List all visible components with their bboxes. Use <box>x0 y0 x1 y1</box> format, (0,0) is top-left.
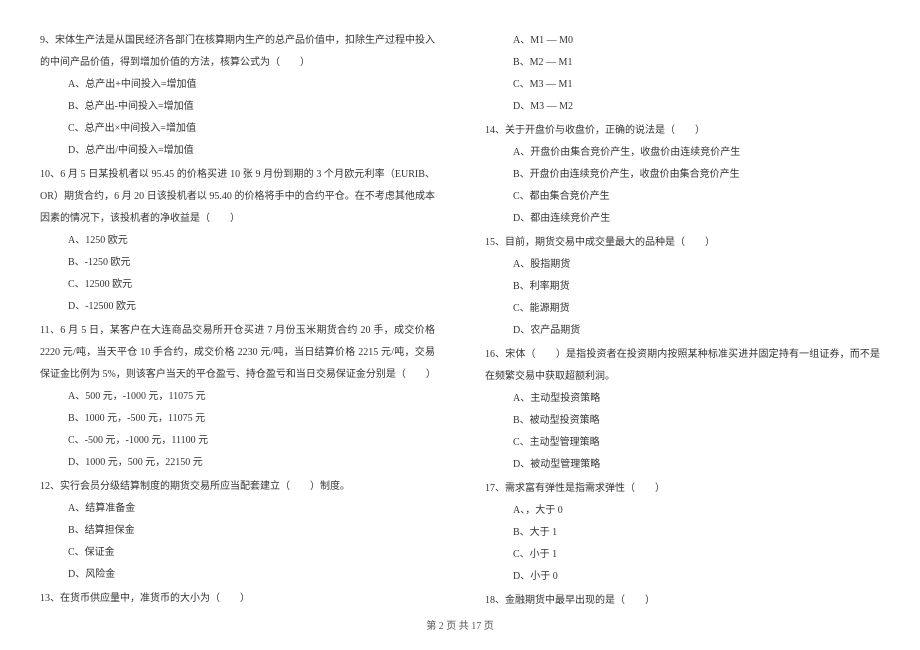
q9-option-a: A、总产出+中间投入=增加值 <box>40 74 435 96</box>
q15-option-c: C、能源期货 <box>485 298 880 320</box>
q10-option-d: D、-12500 欧元 <box>40 296 435 318</box>
q13-option-b: B、M2 — M1 <box>485 52 880 74</box>
q15-option-b: B、利率期货 <box>485 276 880 298</box>
question-15: 15、目前，期货交易中成交量最大的品种是（ ） A、股指期货 B、利率期货 C、… <box>485 232 880 342</box>
q15-text: 15、目前，期货交易中成交量最大的品种是（ ） <box>485 232 880 254</box>
question-9: 9、宋体生产法是从国民经济各部门在核算期内生产的总产品价值中，扣除生产过程中投入… <box>40 30 435 162</box>
q13-text: 13、在货币供应量中，准货币的大小为（ ） <box>40 588 435 610</box>
q9-option-b: B、总产出-中间投入=增加值 <box>40 96 435 118</box>
q12-option-a: A、结算准备金 <box>40 498 435 520</box>
q17-option-d: D、小于 0 <box>485 566 880 588</box>
q12-option-b: B、结算担保金 <box>40 520 435 542</box>
q9-option-c: C、总产出×中间投入=增加值 <box>40 118 435 140</box>
q9-option-d: D、总产出/中间投入=增加值 <box>40 140 435 162</box>
q11-option-b: B、1000 元，-500 元，11075 元 <box>40 408 435 430</box>
question-14: 14、关于开盘价与收盘价，正确的说法是（ ） A、开盘价由集合竞价产生，收盘价由… <box>485 120 880 230</box>
content-columns: 9、宋体生产法是从国民经济各部门在核算期内生产的总产品价值中，扣除生产过程中投入… <box>40 30 880 614</box>
q11-option-d: D、1000 元，500 元，22150 元 <box>40 452 435 474</box>
q14-option-d: D、都由连续竞价产生 <box>485 208 880 230</box>
q10-option-a: A、1250 欧元 <box>40 230 435 252</box>
q11-option-c: C、-500 元，-1000 元，11100 元 <box>40 430 435 452</box>
q18-text: 18、金融期货中最早出现的是（ ） <box>485 590 880 612</box>
q16-option-c: C、主动型管理策略 <box>485 432 880 454</box>
q14-text: 14、关于开盘价与收盘价，正确的说法是（ ） <box>485 120 880 142</box>
q17-option-b: B、大于 1 <box>485 522 880 544</box>
q10-text: 10、6 月 5 日某投机者以 95.45 的价格买进 10 张 9 月份到期的… <box>40 164 435 230</box>
q12-text: 12、实行会员分级结算制度的期货交易所应当配套建立（ ）制度。 <box>40 476 435 498</box>
q17-text: 17、需求富有弹性是指需求弹性（ ） <box>485 478 880 500</box>
question-18: 18、金融期货中最早出现的是（ ） <box>485 590 880 612</box>
q14-option-c: C、都由集合竞价产生 <box>485 186 880 208</box>
page-footer: 第 2 页 共 17 页 <box>0 617 920 632</box>
q12-option-c: C、保证金 <box>40 542 435 564</box>
q11-option-a: A、500 元，-1000 元，11075 元 <box>40 386 435 408</box>
q13-option-c: C、M3 — M1 <box>485 74 880 96</box>
q11-text: 11、6 月 5 日，某客户在大连商品交易所开仓买进 7 月份玉米期货合约 20… <box>40 320 435 386</box>
question-10: 10、6 月 5 日某投机者以 95.45 的价格买进 10 张 9 月份到期的… <box>40 164 435 318</box>
q17-option-c: C、小于 1 <box>485 544 880 566</box>
q17-option-a: A、，大于 0 <box>485 500 880 522</box>
q13-option-a: A、M1 — M0 <box>485 30 880 52</box>
question-13: 13、在货币供应量中，准货币的大小为（ ） <box>40 588 435 610</box>
q16-option-a: A、主动型投资策略 <box>485 388 880 410</box>
question-13-options: A、M1 — M0 B、M2 — M1 C、M3 — M1 D、M3 — M2 <box>485 30 880 118</box>
q12-option-d: D、风险金 <box>40 564 435 586</box>
q16-option-b: B、被动型投资策略 <box>485 410 880 432</box>
q10-option-c: C、12500 欧元 <box>40 274 435 296</box>
q14-option-a: A、开盘价由集合竞价产生，收盘价由连续竞价产生 <box>485 142 880 164</box>
q15-option-a: A、股指期货 <box>485 254 880 276</box>
q13-option-d: D、M3 — M2 <box>485 96 880 118</box>
question-16: 16、宋体（ ）是指投资者在投资期内按照某种标准买进并固定持有一组证券，而不是在… <box>485 344 880 476</box>
right-column: A、M1 — M0 B、M2 — M1 C、M3 — M1 D、M3 — M2 … <box>485 30 880 614</box>
q16-text: 16、宋体（ ）是指投资者在投资期内按照某种标准买进并固定持有一组证券，而不是在… <box>485 344 880 388</box>
question-11: 11、6 月 5 日，某客户在大连商品交易所开仓买进 7 月份玉米期货合约 20… <box>40 320 435 474</box>
q14-option-b: B、开盘价由连续竞价产生，收盘价由集合竞价产生 <box>485 164 880 186</box>
q16-option-d: D、被动型管理策略 <box>485 454 880 476</box>
q10-option-b: B、-1250 欧元 <box>40 252 435 274</box>
question-12: 12、实行会员分级结算制度的期货交易所应当配套建立（ ）制度。 A、结算准备金 … <box>40 476 435 586</box>
q9-text: 9、宋体生产法是从国民经济各部门在核算期内生产的总产品价值中，扣除生产过程中投入… <box>40 30 435 74</box>
left-column: 9、宋体生产法是从国民经济各部门在核算期内生产的总产品价值中，扣除生产过程中投入… <box>40 30 435 614</box>
q15-option-d: D、农产品期货 <box>485 320 880 342</box>
question-17: 17、需求富有弹性是指需求弹性（ ） A、，大于 0 B、大于 1 C、小于 1… <box>485 478 880 588</box>
